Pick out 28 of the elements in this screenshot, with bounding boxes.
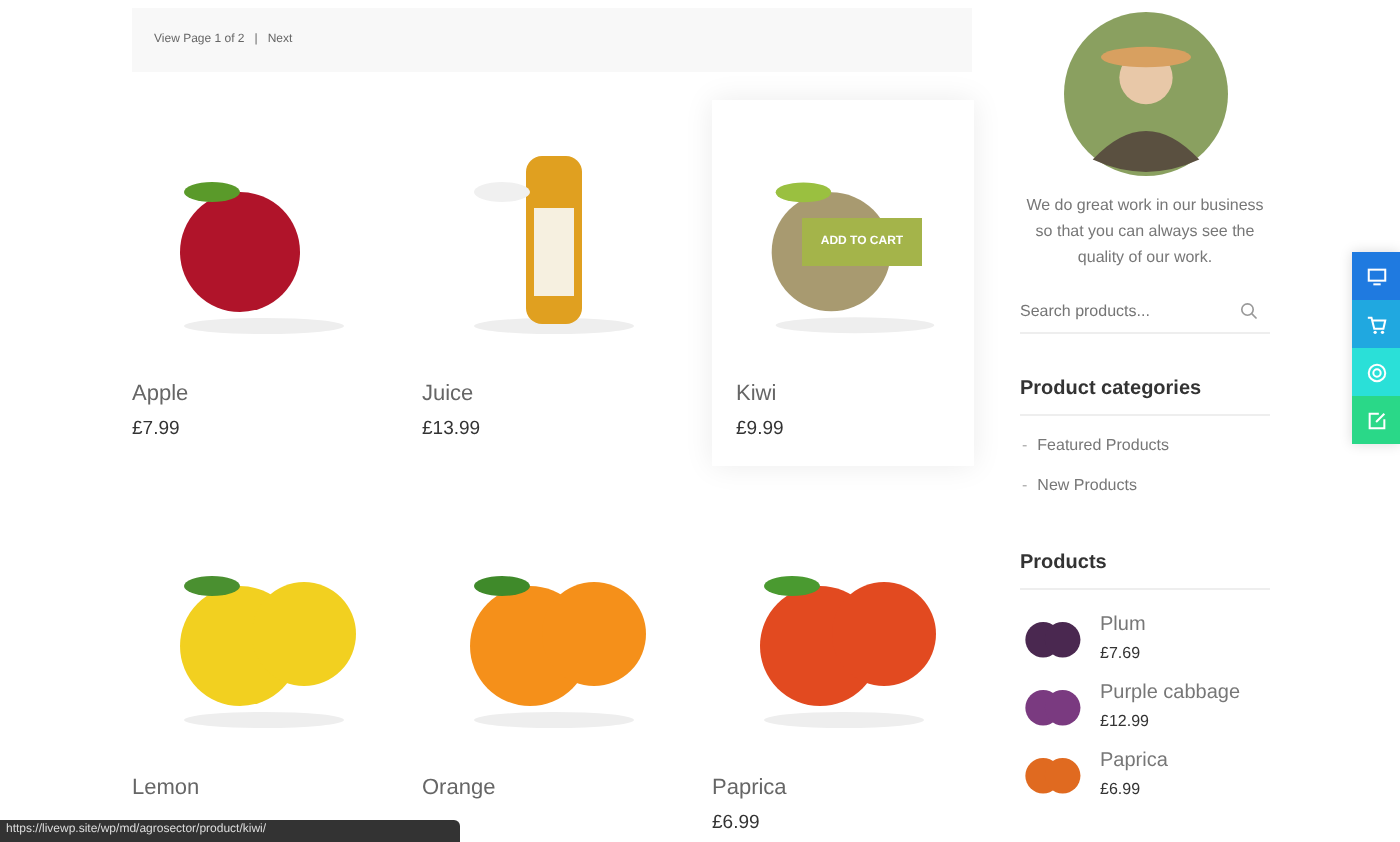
widget-title: Product categories <box>1020 378 1270 416</box>
search-icon[interactable] <box>1240 302 1258 320</box>
bullet: - <box>1022 476 1028 494</box>
widget-title: Products <box>1020 552 1270 590</box>
product-price: £9.99 <box>736 418 784 440</box>
product-price: £7.99 <box>132 418 180 440</box>
product-name[interactable]: Paprica <box>712 776 787 800</box>
product-name[interactable]: Lemon <box>132 776 200 800</box>
product-price: £13.99 <box>422 418 481 440</box>
search-field[interactable]: Search products... <box>1020 290 1270 334</box>
product-name[interactable]: Paprica <box>1100 750 1168 772</box>
product-name[interactable]: Purple cabbage <box>1100 682 1241 704</box>
product-name[interactable]: Plum <box>1100 614 1146 636</box>
product-name[interactable]: Orange <box>422 776 496 800</box>
monitor-icon[interactable] <box>1352 252 1400 300</box>
category-link[interactable]: New Products <box>1037 476 1137 494</box>
product-name[interactable]: Juice <box>422 382 474 406</box>
category-link[interactable]: Featured Products <box>1037 436 1169 454</box>
product-price: £6.99 <box>1100 780 1143 798</box>
cart-icon[interactable] <box>1352 300 1400 348</box>
product-name[interactable]: Kiwi <box>736 382 777 406</box>
product-name[interactable]: Apple <box>132 382 189 406</box>
bullet: - <box>1022 436 1028 454</box>
edit-icon[interactable] <box>1352 396 1400 444</box>
product-price: £7.69 <box>1100 644 1143 662</box>
about-text: We do great work in our business so that you can always see the quality of our work. <box>1024 194 1266 270</box>
product-price: £12.99 <box>1100 712 1151 730</box>
product-price: £6.99 <box>712 812 760 834</box>
